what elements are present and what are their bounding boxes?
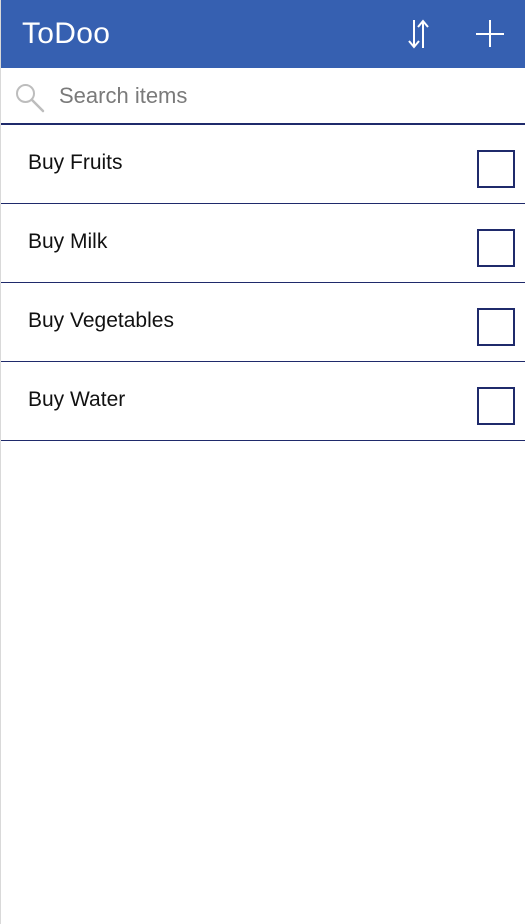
list-item[interactable]: Buy Water — [1, 362, 525, 441]
item-label: Buy Vegetables — [28, 309, 174, 332]
app-header: ToDoo — [1, 0, 525, 68]
search-icon — [16, 84, 45, 113]
item-checkbox[interactable] — [477, 308, 515, 346]
sort-up-down-icon — [408, 19, 429, 49]
todo-app: ToDoo Buy Fruits — [0, 0, 525, 924]
list-item[interactable]: Buy Fruits — [1, 125, 525, 204]
item-label: Buy Fruits — [28, 151, 123, 174]
search-bar — [1, 68, 525, 125]
todo-list: Buy Fruits Buy Milk Buy Vegetables Buy W… — [1, 125, 525, 441]
app-title: ToDoo — [22, 17, 111, 50]
add-item-button[interactable] — [470, 14, 510, 54]
list-item[interactable]: Buy Milk — [1, 204, 525, 283]
item-label: Buy Milk — [28, 230, 108, 253]
item-label: Buy Water — [28, 388, 126, 411]
plus-icon — [476, 20, 504, 47]
search-input[interactable] — [59, 76, 509, 116]
sort-button[interactable] — [399, 14, 439, 54]
list-item[interactable]: Buy Vegetables — [1, 283, 525, 362]
item-checkbox[interactable] — [477, 150, 515, 188]
item-checkbox[interactable] — [477, 387, 515, 425]
item-checkbox[interactable] — [477, 229, 515, 267]
